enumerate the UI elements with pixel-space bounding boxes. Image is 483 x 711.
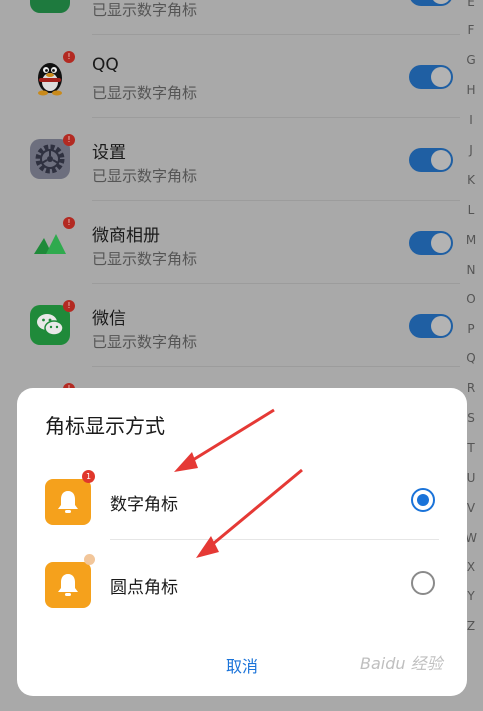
arrow-to-number-badge (174, 408, 275, 472)
annotation-arrows (174, 408, 303, 558)
watermark: Baidu 经验 (360, 654, 443, 673)
arrow-to-dot-badge (196, 468, 303, 558)
